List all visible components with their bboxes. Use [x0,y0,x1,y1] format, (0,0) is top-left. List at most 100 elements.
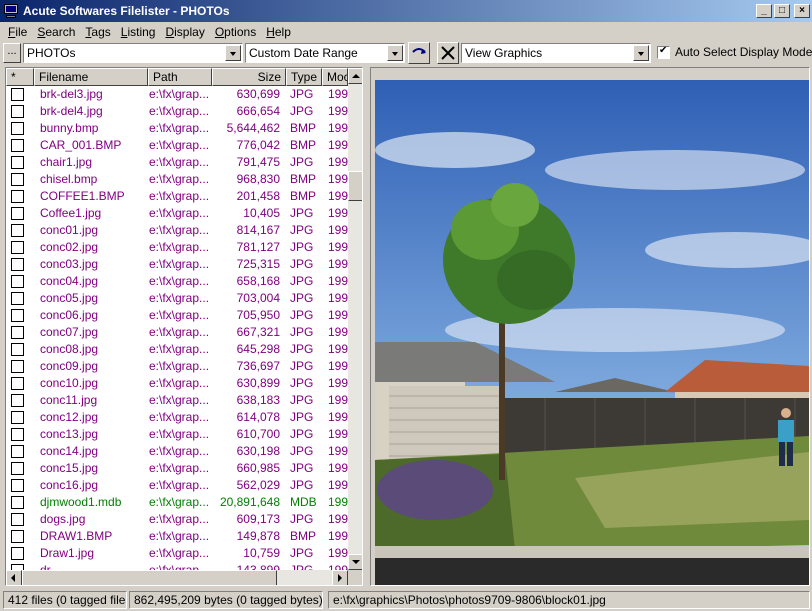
table-row[interactable]: Coffee1.jpg e:\fx\grap... 10,405 JPG 1997 [6,205,350,222]
table-row[interactable]: conc13.jpg e:\fx\grap... 610,700 JPG 1998 [6,426,350,443]
table-row[interactable]: Draw1.jpg e:\fx\grap... 10,759 JPG 1997 [6,545,350,562]
table-row[interactable]: conc01.jpg e:\fx\grap... 814,167 JPG 1998 [6,222,350,239]
auto-select-option[interactable]: Auto Select Display Mode [657,45,812,59]
row-tag-checkbox[interactable] [11,88,24,101]
scroll-up-button[interactable] [348,68,362,84]
row-tag-checkbox[interactable] [11,428,24,441]
date-filter-combo[interactable]: Custom Date Range [245,43,405,63]
table-row[interactable]: conc03.jpg e:\fx\grap... 725,315 JPG 1998 [6,256,350,273]
filename-cell: dogs.jpg [40,512,86,526]
row-tag-checkbox[interactable] [11,224,24,237]
row-tag-checkbox[interactable] [11,275,24,288]
row-tag-checkbox[interactable] [11,241,24,254]
table-row[interactable]: chair1.jpg e:\fx\grap... 791,475 JPG 1998 [6,154,350,171]
row-tag-checkbox[interactable] [11,190,24,203]
menu-help[interactable]: Help [261,25,296,39]
chevron-down-icon[interactable] [225,45,241,61]
row-tag-checkbox[interactable] [11,377,24,390]
table-row[interactable]: conc11.jpg e:\fx\grap... 638,183 JPG 1998 [6,392,350,409]
table-row[interactable]: conc06.jpg e:\fx\grap... 705,950 JPG 1998 [6,307,350,324]
table-row[interactable]: brk-del4.jpg e:\fx\grap... 666,654 JPG 1998 [6,103,350,120]
type-cell: JPG [290,410,314,424]
scroll-thumb[interactable] [348,171,362,201]
header-filename[interactable]: Filename [34,68,148,86]
close-button[interactable]: × [794,4,810,18]
table-row[interactable]: djmwood1.mdb e:\fx\grap... 20,891,648 MDB 19… [6,494,350,511]
table-row[interactable]: DRAW1.BMP e:\fx\grap... 149,878 BMP 1998 [6,528,350,545]
row-tag-checkbox[interactable] [11,105,24,118]
menu-display[interactable]: Display [160,25,209,39]
table-row[interactable]: brk-del3.jpg e:\fx\grap... 630,699 JPG 1998 [6,86,350,103]
header-tag[interactable]: * [6,68,34,86]
row-tag-checkbox[interactable] [11,343,24,356]
table-row[interactable]: conc14.jpg e:\fx\grap... 630,198 JPG 1998 [6,443,350,460]
display-mode-combo[interactable]: View Graphics [461,43,651,63]
modified-cell: 1997 [328,206,350,220]
table-row[interactable]: conc02.jpg e:\fx\grap... 781,127 JPG 1998 [6,239,350,256]
menu-file[interactable]: File [3,25,32,39]
table-row[interactable]: conc12.jpg e:\fx\grap... 614,078 JPG 1998 [6,409,350,426]
row-tag-checkbox[interactable] [11,309,24,322]
header-path[interactable]: Path [148,68,212,86]
horizontal-scrollbar[interactable] [6,570,348,585]
row-tag-checkbox[interactable] [11,360,24,373]
table-row[interactable]: chisel.bmp e:\fx\grap... 968,830 BMP 1998 [6,171,350,188]
scroll-down-button[interactable] [348,554,362,570]
vertical-scrollbar[interactable] [348,68,362,570]
row-tag-checkbox[interactable] [11,445,24,458]
row-tag-checkbox[interactable] [11,139,24,152]
table-row[interactable]: conc15.jpg e:\fx\grap... 660,985 JPG 1998 [6,460,350,477]
auto-select-checkbox[interactable] [657,45,670,59]
row-tag-checkbox[interactable] [11,394,24,407]
chevron-down-icon[interactable] [633,45,649,61]
menu-options[interactable]: Options [210,25,261,39]
row-tag-checkbox[interactable] [11,207,24,220]
table-row[interactable]: COFFEE1.BMP e:\fx\grap... 201,458 BMP 1997 [6,188,350,205]
size-cell: 10,759 [243,546,280,560]
clear-button[interactable] [437,42,459,64]
row-tag-checkbox[interactable] [11,173,24,186]
menu-listing[interactable]: Listing [116,25,161,39]
row-tag-checkbox[interactable] [11,547,24,560]
collection-combo[interactable]: PHOTOs [23,43,243,63]
table-row[interactable]: bunny.bmp e:\fx\grap... 5,644,462 BMP 1998 [6,120,350,137]
table-row[interactable]: conc10.jpg e:\fx\grap... 630,899 JPG 1998 [6,375,350,392]
filename-cell: conc16.jpg [40,478,99,492]
menu-search[interactable]: Search [32,25,80,39]
browse-button[interactable]: ... [3,43,21,63]
header-size[interactable]: Size [212,68,286,86]
table-row[interactable]: conc08.jpg e:\fx\grap... 645,298 JPG 1998 [6,341,350,358]
row-tag-checkbox[interactable] [11,513,24,526]
path-cell: e:\fx\grap... [149,87,210,101]
scroll-left-button[interactable] [6,570,22,585]
table-row[interactable]: CAR_001.BMP e:\fx\grap... 776,042 BMP 1998 [6,137,350,154]
computer-icon[interactable] [3,3,19,19]
minimize-button[interactable]: _ [756,4,772,18]
row-tag-checkbox[interactable] [11,530,24,543]
table-row[interactable]: conc05.jpg e:\fx\grap... 703,004 JPG 1998 [6,290,350,307]
row-tag-checkbox[interactable] [11,258,24,271]
row-tag-checkbox[interactable] [11,326,24,339]
hscroll-thumb[interactable] [22,570,277,585]
size-cell: 609,173 [236,512,280,526]
table-row[interactable]: conc04.jpg e:\fx\grap... 658,168 JPG 1998 [6,273,350,290]
refresh-button[interactable] [408,42,430,64]
table-row[interactable]: conc16.jpg e:\fx\grap... 562,029 JPG 1998 [6,477,350,494]
table-row[interactable]: conc09.jpg e:\fx\grap... 736,697 JPG 1998 [6,358,350,375]
maximize-button[interactable]: □ [774,4,790,18]
row-tag-checkbox[interactable] [11,479,24,492]
row-tag-checkbox[interactable] [11,122,24,135]
table-row[interactable]: conc07.jpg e:\fx\grap... 667,321 JPG 1998 [6,324,350,341]
row-tag-checkbox[interactable] [11,411,24,424]
row-tag-checkbox[interactable] [11,292,24,305]
menu-tags[interactable]: Tags [80,25,115,39]
row-tag-checkbox[interactable] [11,462,24,475]
header-type[interactable]: Type [286,68,322,86]
filename-cell: conc06.jpg [40,308,99,322]
row-tag-checkbox[interactable] [11,156,24,169]
row-tag-checkbox[interactable] [11,496,24,509]
chevron-down-icon[interactable] [387,45,403,61]
table-row[interactable]: dogs.jpg e:\fx\grap... 609,173 JPG 1998 [6,511,350,528]
scroll-right-button[interactable] [332,570,348,585]
header-modified[interactable]: Moc [322,68,348,86]
